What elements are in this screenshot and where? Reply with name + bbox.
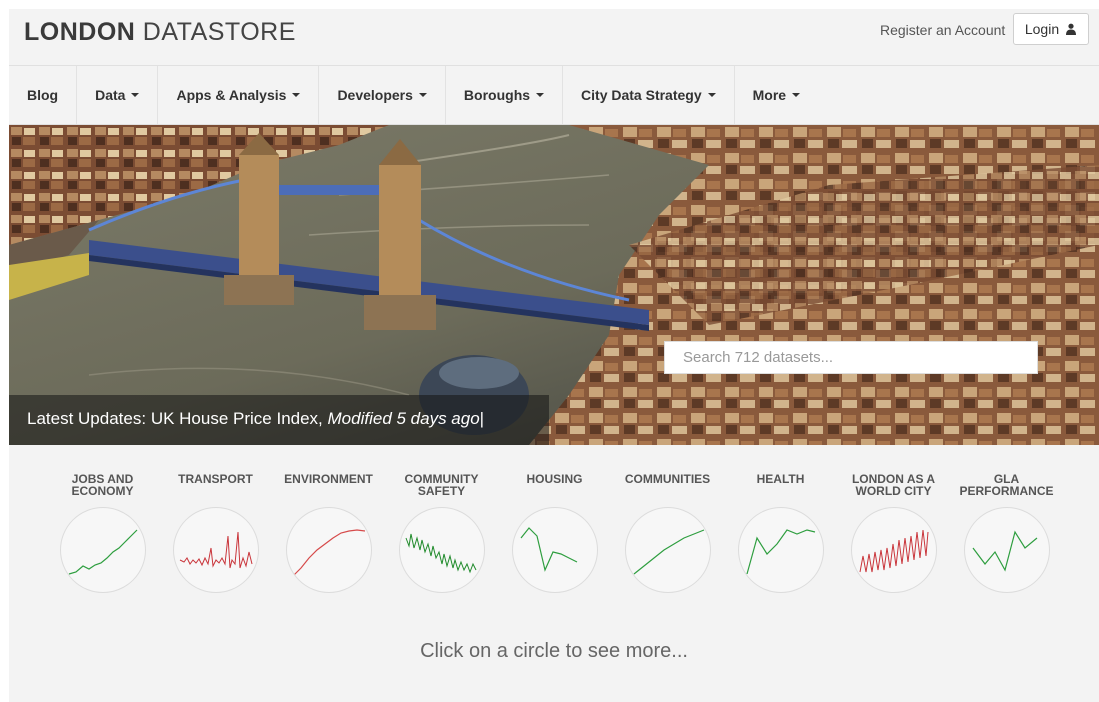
category-communities[interactable]: COMMUNITIES — [611, 473, 724, 593]
nav-label: Data — [95, 87, 126, 103]
category-circle[interactable] — [59, 507, 146, 593]
sparkline-chart — [68, 529, 137, 575]
nav-item-blog[interactable]: Blog — [9, 66, 78, 124]
logo-light: DATASTORE — [142, 18, 296, 46]
sparkline-chart — [179, 531, 252, 569]
category-circle[interactable] — [285, 507, 372, 593]
nav-item-data[interactable]: Data — [77, 66, 159, 124]
header: LONDON DATASTORE Register an Account Log… — [9, 9, 1099, 65]
category-label: COMMUNITY SAFETY — [404, 472, 479, 498]
category-transport[interactable]: TRANSPORT — [159, 473, 272, 593]
user-icon — [1066, 23, 1077, 35]
nav-label: City Data Strategy — [581, 87, 702, 103]
nav-label: Apps & Analysis — [176, 87, 287, 103]
nav-item-apps-analysis[interactable]: Apps & Analysis — [158, 66, 320, 124]
category-circle[interactable] — [737, 507, 824, 593]
caret-down-icon — [292, 93, 301, 97]
nav-item-more[interactable]: More — [735, 66, 818, 124]
caret-down-icon — [792, 93, 801, 97]
nav-label: Blog — [27, 87, 59, 103]
category-circle[interactable] — [624, 507, 711, 593]
category-jobs-and-economy[interactable]: JOBS AND ECONOMY — [46, 473, 159, 593]
caret-down-icon — [707, 93, 716, 97]
updates-modified: Modified 5 days ago — [327, 409, 480, 428]
category-environment[interactable]: ENVIRONMENT — [272, 473, 385, 593]
login-button[interactable]: Login — [1013, 13, 1089, 45]
category-community-safety[interactable]: COMMUNITY SAFETY — [385, 473, 498, 593]
caret-down-icon — [536, 93, 545, 97]
main-nav: Blog Data Apps & Analysis Developers Bor… — [9, 65, 1099, 125]
category-circle[interactable] — [963, 507, 1050, 593]
category-label: JOBS AND ECONOMY — [71, 472, 134, 498]
hero-banner: Latest Updates: UK House Price Index, Mo… — [9, 125, 1099, 445]
nav-item-boroughs[interactable]: Boroughs — [446, 66, 564, 124]
nav-label: More — [752, 87, 787, 103]
category-circle[interactable] — [398, 507, 485, 593]
site-logo[interactable]: LONDON DATASTORE — [24, 18, 296, 47]
latest-updates-ticker[interactable]: Latest Updates: UK House Price Index, Mo… — [27, 409, 484, 429]
category-circle[interactable] — [850, 507, 937, 593]
page-frame: LONDON DATASTORE Register an Account Log… — [9, 9, 1099, 702]
category-housing[interactable]: HOUSING — [498, 473, 611, 593]
category-circles: JOBS AND ECONOMY TRANSPORT ENVIRONMENT C… — [9, 445, 1099, 702]
category-label: HEALTH — [756, 472, 805, 486]
nav-label: Developers — [337, 87, 413, 103]
category-label: HOUSING — [526, 472, 583, 486]
sparkline-chart — [972, 530, 1037, 572]
category-london-as-a-world-city[interactable]: LONDON AS A WORLD CITY — [837, 473, 950, 593]
category-label: LONDON AS A WORLD CITY — [851, 472, 936, 498]
category-label: COMMUNITIES — [624, 472, 711, 486]
caret-down-icon — [131, 93, 140, 97]
sparkline-chart — [520, 527, 577, 572]
updates-prefix: Latest Updates: — [27, 409, 151, 428]
sparkline-chart — [745, 529, 815, 575]
sparkline-chart — [633, 529, 704, 575]
dataset-search-input[interactable] — [664, 341, 1038, 374]
sparkline-chart — [405, 533, 476, 574]
caret-down-icon — [418, 93, 427, 97]
sparkline-chart — [859, 529, 928, 573]
sparkline-chart — [292, 529, 365, 577]
category-circle[interactable] — [511, 507, 598, 593]
nav-item-city-data-strategy[interactable]: City Data Strategy — [563, 66, 735, 124]
category-label: GLA PERFORMANCE — [959, 472, 1054, 498]
nav-item-developers[interactable]: Developers — [319, 66, 446, 124]
click-circle-prompt: Click on a circle to see more... — [420, 640, 688, 662]
nav-label: Boroughs — [463, 87, 531, 103]
register-link[interactable]: Register an Account — [880, 22, 1005, 38]
category-health[interactable]: HEALTH — [724, 473, 837, 593]
category-circle[interactable] — [172, 507, 259, 593]
category-label: ENVIRONMENT — [284, 472, 373, 486]
updates-item: UK House Price Index, — [150, 409, 328, 428]
login-label: Login — [1024, 21, 1060, 37]
category-gla-performance[interactable]: GLA PERFORMANCE — [950, 473, 1063, 593]
category-label: TRANSPORT — [178, 472, 253, 486]
logo-bold: LONDON — [24, 18, 136, 46]
